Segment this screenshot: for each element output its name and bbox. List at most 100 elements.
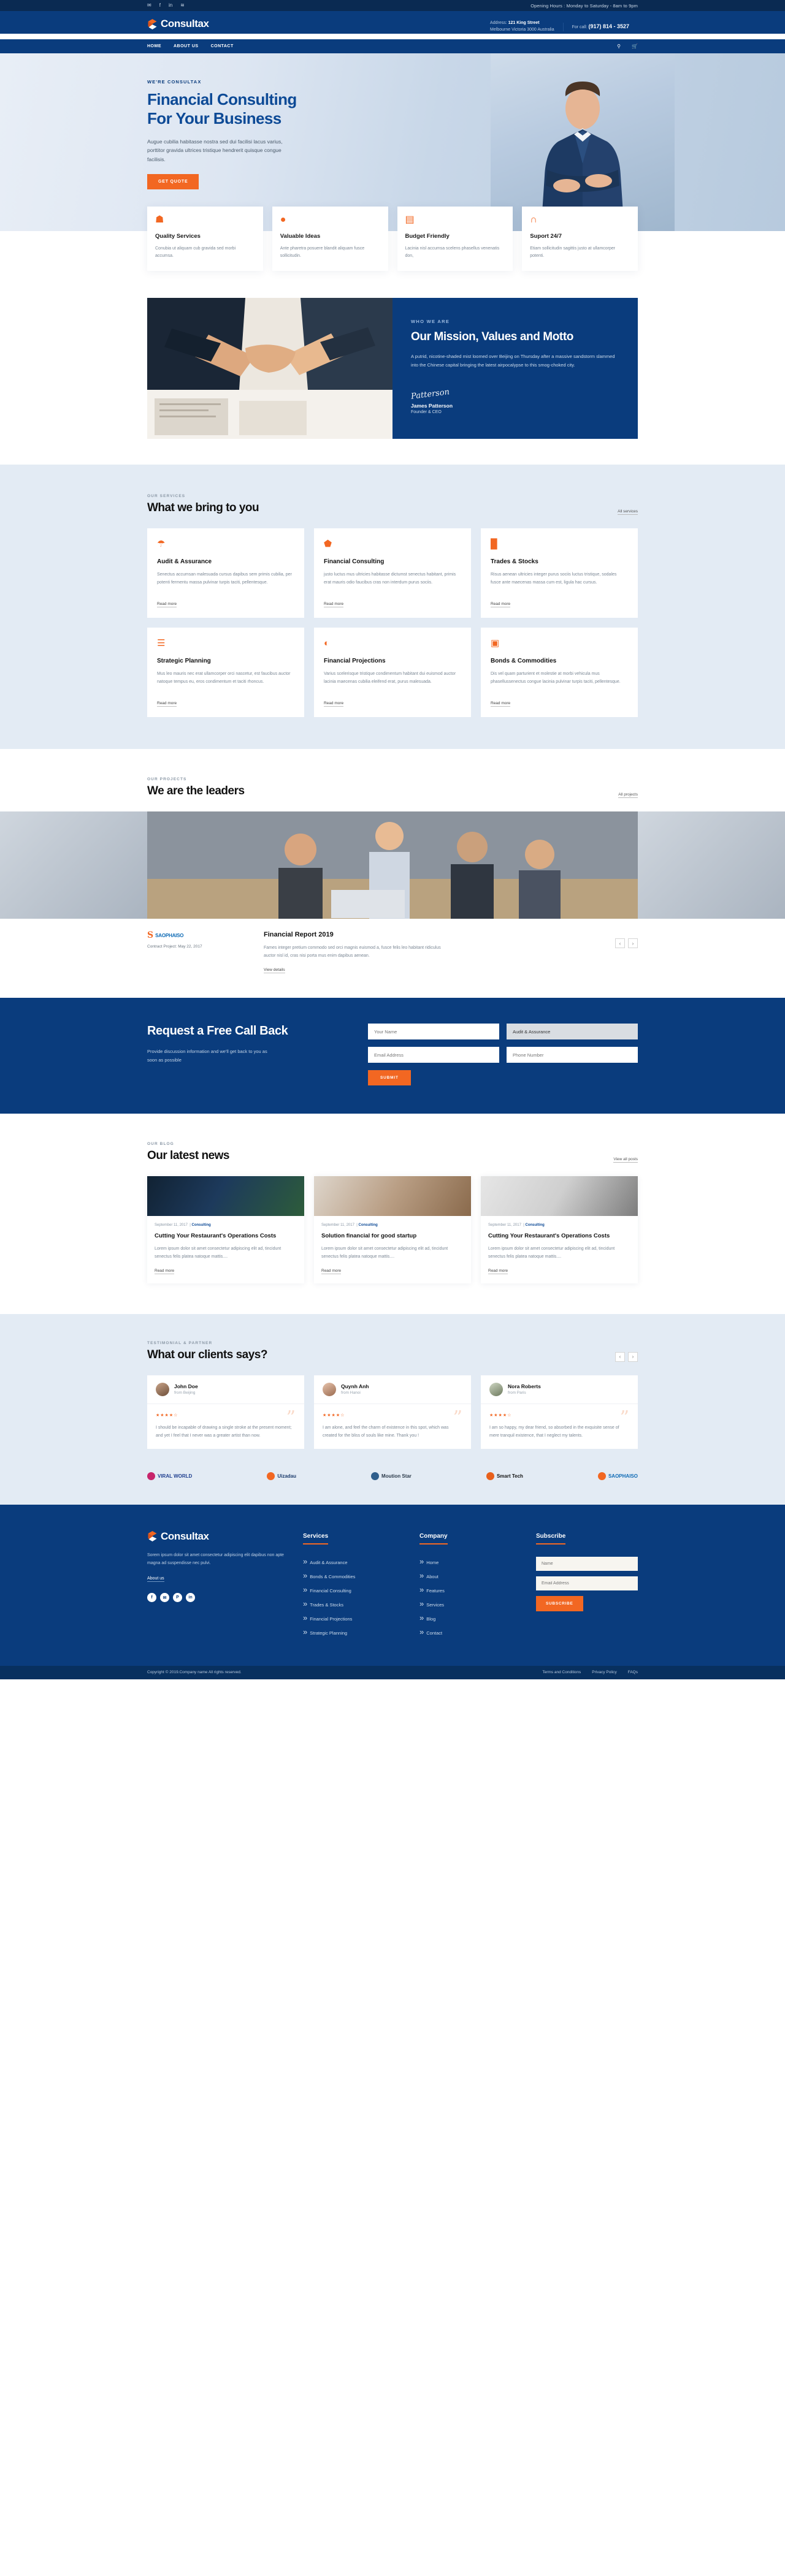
footer-company-link[interactable]: Contact: [426, 1630, 442, 1636]
blog-post-card[interactable]: September 11, 2017 | Consulting Cutting …: [147, 1176, 304, 1283]
view-all-posts-link[interactable]: View all posts: [613, 1157, 638, 1163]
footer-link-item[interactable]: » Services: [419, 1599, 521, 1608]
rss-icon[interactable]: ≋: [180, 3, 185, 8]
footer-link-item[interactable]: » Home: [419, 1557, 521, 1566]
blog-post-title[interactable]: Solution financial for good startup: [321, 1232, 464, 1240]
testimonial-prev-button[interactable]: ‹: [615, 1351, 625, 1362]
footer-company-link[interactable]: Blog: [426, 1616, 435, 1622]
nav-item-contact[interactable]: CONTACT: [211, 44, 234, 48]
service-title: Strategic Planning: [157, 658, 211, 665]
blog-post-title[interactable]: Cutting Your Restaurant's Operations Cos…: [488, 1232, 630, 1240]
callback-email-input[interactable]: [368, 1047, 499, 1063]
blog-post-category[interactable]: Consulting: [526, 1223, 545, 1227]
blog-read-more-link[interactable]: Read more: [488, 1269, 508, 1274]
view-details-link[interactable]: View details: [264, 968, 285, 974]
facebook-icon[interactable]: f: [159, 3, 161, 8]
search-icon[interactable]: ⚲: [617, 44, 621, 49]
partner-logo[interactable]: Moution Star: [371, 1472, 412, 1480]
footer-link-item[interactable]: » Contact: [419, 1627, 521, 1636]
footer-link-item[interactable]: » Strategic Planning: [303, 1627, 405, 1636]
privacy-link[interactable]: Privacy Policy: [592, 1670, 616, 1674]
partner-logo[interactable]: VIRAL WORLD: [147, 1472, 192, 1480]
footer-link-item[interactable]: » Trades & Stocks: [303, 1599, 405, 1608]
footer-service-link[interactable]: Financial Projections: [310, 1616, 352, 1622]
testimonial-next-button[interactable]: ›: [628, 1351, 638, 1362]
footer-link-item[interactable]: » About: [419, 1571, 521, 1580]
service-description: Mus leo mauris nec erat ullamcorper orci…: [157, 672, 291, 685]
nav-item-home[interactable]: HOME: [147, 44, 161, 48]
blog-post-title[interactable]: Cutting Your Restaurant's Operations Cos…: [155, 1232, 297, 1240]
project-next-button[interactable]: ›: [628, 938, 638, 949]
callback-name-input[interactable]: [368, 1024, 499, 1040]
partner-logo[interactable]: SAOPHAISO: [597, 1472, 638, 1480]
feature-card[interactable]: ☗ Quality Services Conubia ut aliquam cu…: [147, 206, 263, 272]
footer-link-item[interactable]: » Bonds & Commodities: [303, 1571, 405, 1580]
service-card[interactable]: ⬟ Financial Consulting justo luctus mus …: [313, 528, 471, 618]
footer-service-link[interactable]: Trades & Stocks: [310, 1602, 343, 1608]
footer-company-link[interactable]: Home: [426, 1560, 438, 1565]
footer-company-link[interactable]: About: [426, 1574, 438, 1579]
callback-phone-input[interactable]: [507, 1047, 638, 1063]
phone-number[interactable]: (917) 814 - 3527: [588, 23, 629, 29]
service-read-more-link[interactable]: Read more: [323, 602, 344, 608]
callback-service-select[interactable]: Audit & AssuranceFinancial ConsultingTra…: [507, 1024, 638, 1040]
twitter-icon[interactable]: ✉: [147, 3, 151, 8]
service-card[interactable]: ☰ Strategic Planning Mus leo mauris nec …: [147, 628, 304, 718]
service-read-more-link[interactable]: Read more: [323, 701, 344, 707]
footer-link-item[interactable]: » Audit & Assurance: [303, 1557, 405, 1566]
terms-link[interactable]: Terms and Conditions: [542, 1670, 581, 1674]
linkedin-icon[interactable]: in: [169, 3, 172, 8]
service-card[interactable]: ▣ Bonds & Commodities Dis vel quam partu…: [480, 628, 638, 718]
blog-read-more-link[interactable]: Read more: [155, 1269, 175, 1274]
footer-service-link[interactable]: Audit & Assurance: [310, 1560, 347, 1565]
feature-card[interactable]: ▤ Budget Friendly Lacinia nisl accumsa s…: [397, 206, 513, 272]
callback-submit-button[interactable]: SUBMIT: [368, 1070, 411, 1086]
footer-service-link[interactable]: Strategic Planning: [310, 1630, 347, 1636]
service-card[interactable]: █ Trades & Stocks Risus aenean ultricies…: [480, 528, 638, 618]
footer-link-item[interactable]: » Financial Projections: [303, 1613, 405, 1622]
linkedin-icon[interactable]: in: [186, 1593, 195, 1603]
service-card[interactable]: ◐ Financial Projections Varius scelerisq…: [313, 628, 471, 718]
service-read-more-link[interactable]: Read more: [490, 701, 511, 707]
partner-logo[interactable]: Smart Tech: [486, 1472, 523, 1480]
subscribe-email-input[interactable]: [536, 1576, 638, 1590]
service-read-more-link[interactable]: Read more: [490, 602, 511, 608]
feature-card[interactable]: ∩ Suport 24/7 Etiam sollicitudin sagitti…: [522, 206, 638, 272]
blog-post-card[interactable]: September 11, 2017 | Consulting Cutting …: [481, 1176, 638, 1283]
pinterest-icon[interactable]: P: [173, 1593, 182, 1603]
project-image-prev[interactable]: [0, 811, 147, 919]
services-eyebrow: OUR SERVICES: [147, 494, 186, 499]
subscribe-name-input[interactable]: [536, 1556, 638, 1571]
project-image-next[interactable]: [638, 811, 785, 919]
twitter-icon[interactable]: ✉: [160, 1593, 169, 1603]
service-read-more-link[interactable]: Read more: [157, 602, 177, 608]
all-services-link[interactable]: All services: [618, 509, 638, 515]
partner-mark-icon: [371, 1472, 380, 1480]
site-logo[interactable]: Consultax: [147, 18, 209, 30]
partner-logo[interactable]: Uizadau: [267, 1472, 296, 1480]
footer-link-item[interactable]: » Blog: [419, 1613, 521, 1622]
faqs-link[interactable]: FAQs: [628, 1670, 638, 1674]
project-prev-button[interactable]: ‹: [615, 938, 625, 949]
footer-service-link[interactable]: Financial Consulting: [310, 1588, 351, 1594]
facebook-icon[interactable]: f: [147, 1593, 156, 1603]
footer-link-item[interactable]: » Features: [419, 1585, 521, 1594]
feature-card[interactable]: ● Valuable Ideas Ante pharetra posuere b…: [272, 206, 388, 272]
blog-read-more-link[interactable]: Read more: [321, 1269, 342, 1274]
footer-service-link[interactable]: Bonds & Commodities: [310, 1574, 355, 1579]
footer-link-item[interactable]: » Financial Consulting: [303, 1585, 405, 1594]
subscribe-button[interactable]: SUBSCRIBE: [536, 1595, 583, 1611]
footer-company-link[interactable]: Features: [426, 1588, 445, 1594]
blog-post-category[interactable]: Consulting: [192, 1223, 211, 1227]
blog-post-category[interactable]: Consulting: [359, 1223, 378, 1227]
service-card[interactable]: ☂ Audit & Assurance Senectus accumsan ma…: [147, 528, 304, 618]
footer-company-link[interactable]: Services: [426, 1602, 444, 1608]
footer-logo[interactable]: Consultax: [147, 1530, 288, 1543]
all-projects-link[interactable]: All projects: [618, 792, 638, 799]
nav-item-about-us[interactable]: ABOUT US: [174, 44, 199, 48]
footer-about-link[interactable]: About us: [147, 1576, 164, 1582]
get-quote-button[interactable]: GET QUOTE: [147, 174, 199, 190]
service-read-more-link[interactable]: Read more: [157, 701, 177, 707]
cart-icon[interactable]: 🛒: [632, 44, 638, 49]
blog-post-card[interactable]: September 11, 2017 | Consulting Solution…: [314, 1176, 471, 1283]
